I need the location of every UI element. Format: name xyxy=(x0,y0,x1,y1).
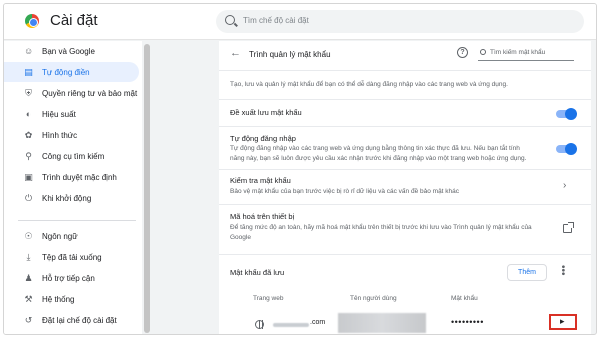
sidebar-item-appearance[interactable]: ✿ Hình thức xyxy=(4,125,139,145)
top-bar: Cài đặt Tìm chế độ cài đặt xyxy=(4,4,596,40)
sidebar-item-downloads[interactable]: ⤓ Tệp đã tải xuống xyxy=(4,247,139,267)
wrench-icon: ⚒ xyxy=(24,293,33,304)
autofill-icon: ▤ xyxy=(24,66,33,77)
sidebar-item-label: Tệp đã tải xuống xyxy=(42,252,102,262)
saved-passwords-heading: Mật khẩu đã lưu xyxy=(230,268,285,277)
page-title: Trình quản lý mật khẩu xyxy=(249,50,331,59)
divider xyxy=(219,169,591,170)
sidebar-item-autofill[interactable]: ▤ Tự động điền xyxy=(4,62,139,82)
palette-icon: ✿ xyxy=(24,129,33,140)
help-icon[interactable]: ? xyxy=(457,47,468,58)
divider xyxy=(219,204,591,205)
download-icon: ⤓ xyxy=(26,251,31,262)
sidebar-item-languages[interactable]: ☉ Ngôn ngữ xyxy=(4,226,139,246)
open-in-new-icon[interactable] xyxy=(563,222,574,233)
sidebar-item-system[interactable]: ⚒ Hệ thống xyxy=(4,289,139,309)
divider xyxy=(219,70,591,71)
divider xyxy=(219,99,591,100)
sidebar-item-you-and-google[interactable]: ☺ Bạn và Google xyxy=(4,41,139,61)
auto-signin-description-line-1: Tự động đăng nhập vào các trang web và ứ… xyxy=(230,145,520,152)
auto-signin-label: Tự động đăng nhập xyxy=(230,134,296,143)
offer-save-label: Đề xuất lưu mật khẩu xyxy=(230,108,302,117)
column-header-username: Tên người dùng xyxy=(350,295,397,302)
reset-icon: ↺ xyxy=(24,314,33,325)
sidebar-item-reset-settings[interactable]: ↺ Đặt lại chế độ cài đặt xyxy=(4,310,139,330)
chevron-right-icon: ▸ xyxy=(560,316,565,326)
sidebar-scrollbar-thumb[interactable] xyxy=(144,44,150,333)
sidebar-item-label: Tự động điền xyxy=(42,67,90,77)
settings-search-input[interactable]: Tìm chế độ cài đặt xyxy=(216,10,584,33)
offer-save-toggle[interactable] xyxy=(556,108,577,120)
search-icon xyxy=(225,15,235,25)
sidebar-item-accessibility[interactable]: ♟ Hỗ trợ tiếp cận xyxy=(4,268,139,288)
sidebar-item-label: Khi khởi động xyxy=(42,193,92,203)
device-encryption-description-line-1: Để tăng mức độ an toàn, hãy mã hoá mật k… xyxy=(230,224,532,231)
open-password-details-button[interactable]: ▸ xyxy=(549,314,577,330)
sidebar-item-on-startup[interactable]: ⏻ Khi khởi động xyxy=(4,188,139,208)
back-arrow-icon[interactable]: ← xyxy=(230,47,241,59)
divider xyxy=(219,126,591,127)
sidebar-item-label: Công cụ tìm kiếm xyxy=(42,151,105,161)
sidebar-item-label: Hiệu suất xyxy=(42,109,76,119)
sidebar-item-label: Trình duyệt mặc định xyxy=(42,172,117,182)
sidebar-item-performance[interactable]: ◐ Hiệu suất xyxy=(4,104,139,124)
more-options-icon[interactable]: ••• xyxy=(557,265,568,276)
chevron-right-icon[interactable]: › xyxy=(563,180,566,191)
sidebar-item-default-browser[interactable]: ▣ Trình duyệt mặc định xyxy=(4,167,139,187)
chrome-logo-icon xyxy=(25,14,39,28)
person-icon: ☺ xyxy=(24,45,34,56)
check-passwords-label[interactable]: Kiểm tra mật khẩu xyxy=(230,176,291,185)
settings-window: Cài đặt Tìm chế độ cài đặt ☺ Bạn và Goog… xyxy=(3,3,597,335)
device-encryption-description-line-2: Google xyxy=(230,234,251,241)
card-header: ← Trình quản lý mật khẩu ? Tìm kiếm mật … xyxy=(219,41,591,69)
password-mask: ••••••••• xyxy=(451,317,484,327)
search-placeholder: Tìm chế độ cài đặt xyxy=(243,16,309,25)
sidebar-item-label: Hình thức xyxy=(42,130,78,140)
auto-signin-toggle[interactable] xyxy=(556,143,577,155)
speedometer-icon: ◐ xyxy=(25,108,32,119)
sidebar-item-label: Đặt lại chế độ cài đặt xyxy=(42,315,117,325)
password-search-input[interactable]: Tìm kiếm mật khẩu xyxy=(478,47,574,61)
divider xyxy=(219,254,591,255)
column-header-site: Trang web xyxy=(253,295,284,302)
intro-text: Tạo, lưu và quản lý mật khẩu để bạn có t… xyxy=(230,81,508,88)
sidebar: ☺ Bạn và Google ▤ Tự động điền ⛨ Quyền r… xyxy=(4,41,142,334)
app-title: Cài đặt xyxy=(50,12,98,29)
device-encryption-label[interactable]: Mã hoá trên thiết bị xyxy=(230,212,294,221)
sidebar-item-privacy[interactable]: ⛨ Quyền riêng tư và bảo mật xyxy=(4,83,139,103)
sidebar-item-search-engine[interactable]: ⚲ Công cụ tìm kiếm xyxy=(4,146,139,166)
sidebar-item-label: Ngôn ngữ xyxy=(42,231,78,241)
sidebar-item-label: Quyền riêng tư và bảo mật xyxy=(42,88,138,98)
browser-icon: ▣ xyxy=(24,171,33,182)
check-passwords-description: Bảo vệ mật khẩu của bạn trước việc bị rò… xyxy=(230,188,460,195)
username-blurred xyxy=(338,313,426,333)
site-favicon-globe-icon xyxy=(255,320,264,329)
column-header-password: Mật khẩu xyxy=(451,295,478,302)
site-name: .com xyxy=(310,319,326,326)
password-manager-card: ← Trình quản lý mật khẩu ? Tìm kiếm mật … xyxy=(219,41,591,334)
auto-signin-description-line-2: năng này, bạn sẽ luôn được yêu cầu xác n… xyxy=(230,155,527,162)
globe-icon: ☉ xyxy=(24,230,33,241)
shield-icon: ⛨ xyxy=(25,87,32,98)
sidebar-divider xyxy=(18,220,136,221)
sidebar-item-label: Hệ thống xyxy=(42,294,75,304)
search-icon: ⚲ xyxy=(25,150,32,161)
sidebar-item-label: Hỗ trợ tiếp cận xyxy=(42,273,95,283)
password-search-placeholder: Tìm kiếm mật khẩu xyxy=(490,49,546,56)
search-icon xyxy=(480,49,486,55)
accessibility-icon: ♟ xyxy=(24,272,33,283)
sidebar-item-label: Bạn và Google xyxy=(42,46,95,56)
add-password-button[interactable]: Thêm xyxy=(507,264,547,281)
power-icon: ⏻ xyxy=(24,192,33,203)
site-name-blurred xyxy=(273,323,309,327)
